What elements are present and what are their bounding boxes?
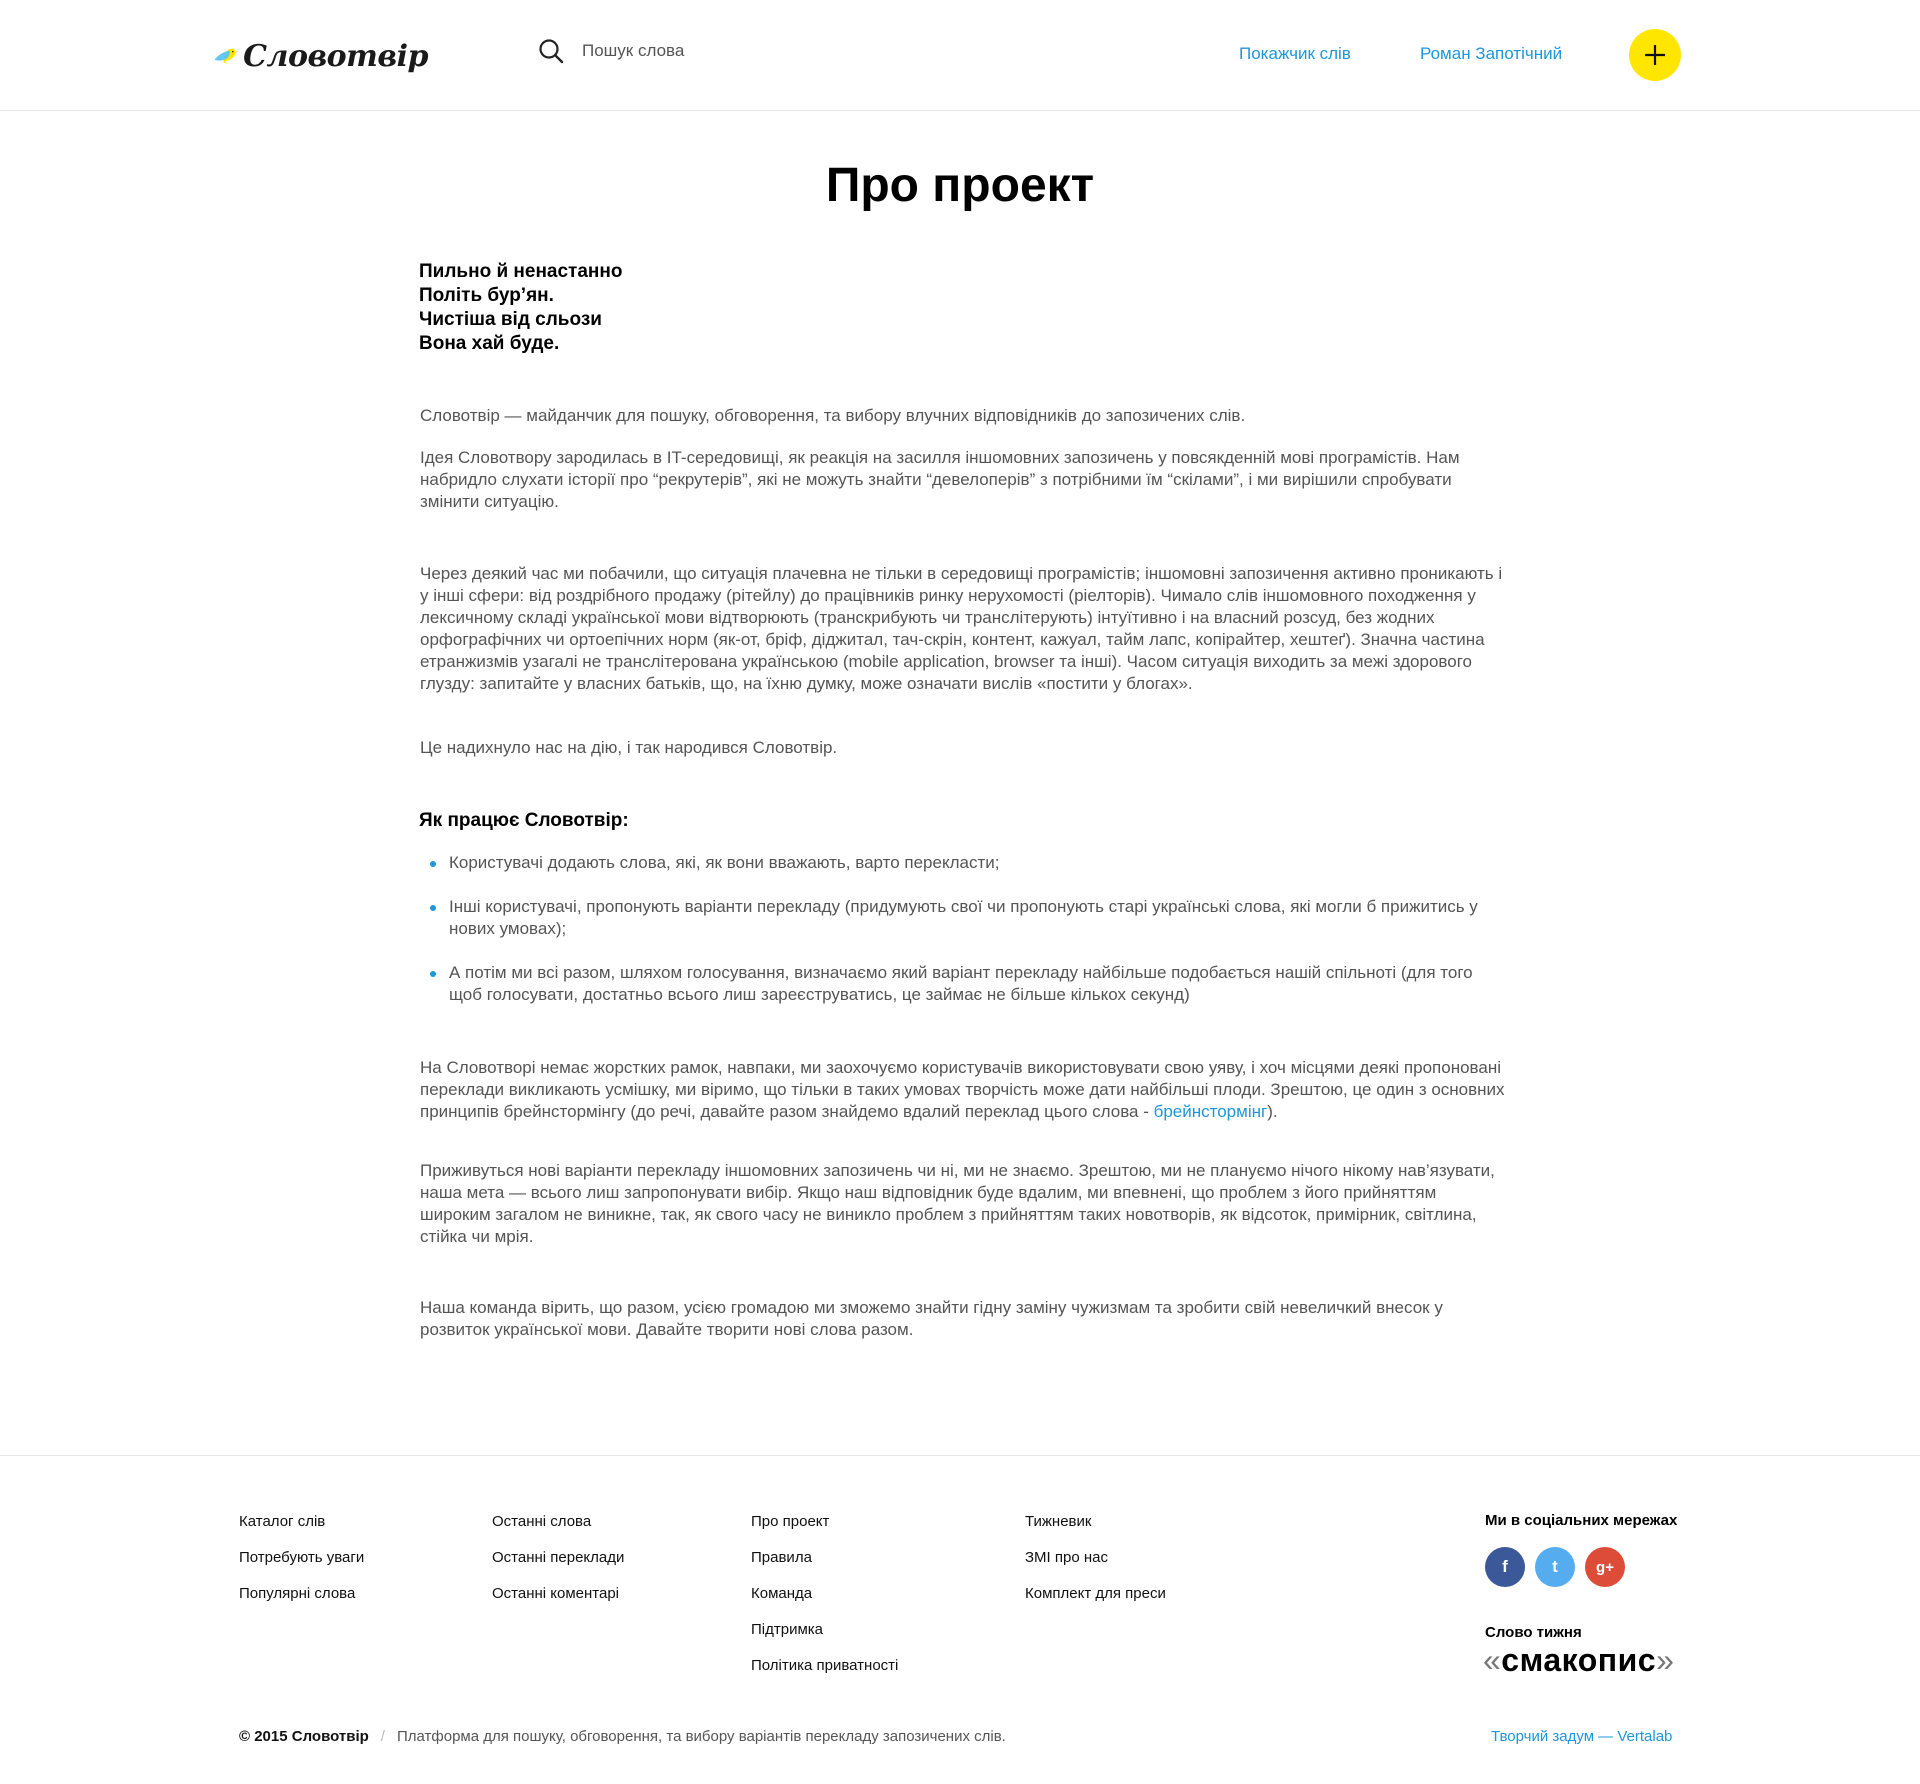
user-profile-link[interactable]: Роман Запотічний [1420,44,1562,64]
credit-link[interactable]: Творчий задум — Vertalab [1491,1728,1672,1745]
intro-paragraph: Словотвір — майданчик для пошуку, обгово… [420,406,1246,425]
word-of-week-heading: Слово тижня [1485,1624,1582,1641]
freedom-paragraph: На Словотворі немає жорстких рамок, навп… [420,1058,1505,1121]
list-item: А потім ми всі разом, шляхом голосування… [420,962,1480,1006]
poem-line: Політь бур’ян. [419,285,554,306]
footer-link-catalog[interactable]: Каталог слів [239,1513,325,1530]
bullet-icon [430,861,436,867]
search-icon[interactable] [538,38,564,64]
poem-line: Вона хай буде. [419,333,560,354]
page-title: Про проект [825,159,1095,212]
footer-link-team[interactable]: Команда [751,1585,812,1602]
footer-link-media[interactable]: ЗМІ про нас [1025,1549,1108,1566]
search-bar [538,38,884,64]
bird-logo-icon [214,48,238,65]
bullet-icon [430,905,436,911]
idea-paragraph: Ідея Словотвору зародилась в IT-середови… [420,448,1460,511]
footer-link-weekly[interactable]: Тижневик [1025,1513,1091,1530]
footer-column-catalog: Каталог слів Потребують уваги Популярні … [239,1512,364,1620]
add-word-button[interactable] [1629,29,1681,81]
poem-line: Чистіша від сльози [419,309,602,330]
brainstorming-link[interactable]: брейнстормінг [1154,1102,1268,1121]
footer-link-press-kit[interactable]: Комплект для преси [1025,1585,1166,1602]
list-item: Інші користувачі, пропонують варіанти пе… [420,896,1480,940]
situation-paragraph: Через деякий час ми побачили, що ситуаці… [420,564,1503,693]
word-index-link[interactable]: Покажчик слів [1239,44,1351,64]
search-input[interactable] [580,40,884,62]
footer-link-popular[interactable]: Популярні слова [239,1585,355,1602]
word-of-week-link[interactable]: «смакопис» [1483,1642,1674,1679]
bullet-icon [430,971,436,977]
inspiration-paragraph: Це надихнуло нас на дію, і так народився… [420,738,838,757]
copyright: © 2015 Словотвір / Платформа для пошуку, о… [239,1728,1006,1745]
future-paragraph: Приживуться нові варіанти перекладу іншо… [420,1161,1495,1246]
how-it-works-heading: Як працює Словотвір: [419,810,629,831]
footer-column-about: Про проект Правила Команда Підтримка Пол… [751,1512,898,1692]
footer-link-privacy[interactable]: Політика приватності [751,1657,898,1674]
twitter-icon[interactable]: t [1535,1547,1575,1587]
footer-link-rules[interactable]: Правила [751,1549,812,1566]
social-heading: Ми в соціальних мережах [1485,1512,1678,1529]
logo[interactable]: Словотвір [214,24,428,88]
team-paragraph: Наша команда вірить, що разом, усією гро… [420,1298,1443,1339]
list-item: Користувачі додають слова, які, як вони … [420,852,1480,874]
google-plus-icon[interactable]: g+ [1585,1547,1625,1587]
footer-link-support[interactable]: Підтримка [751,1621,823,1638]
how-it-works-list: Користувачі додають слова, які, як вони … [420,852,1480,1028]
footer-link-recent-words[interactable]: Останні слова [492,1513,591,1530]
logo-text: Словотвір [243,38,428,74]
plus-icon [1645,45,1665,65]
footer-link-about[interactable]: Про проект [751,1513,829,1530]
footer-link-recent-comments[interactable]: Останні коментарі [492,1585,619,1602]
site-header: Словотвір Покажчик слів Роман Запотічний [0,0,1920,111]
footer-link-recent-translations[interactable]: Останні переклади [492,1549,624,1566]
poem-line: Пильно й ненастанно [419,261,623,282]
epigraph-poem: Пильно й ненастанно Політь бур’ян. Чисті… [419,260,623,356]
facebook-icon[interactable]: f [1485,1547,1525,1587]
footer-column-press: Тижневик ЗМІ про нас Комплект для преси [1025,1512,1166,1620]
footer-column-recent: Останні слова Останні переклади Останні … [492,1512,624,1620]
footer-link-needs-attention[interactable]: Потребують уваги [239,1549,364,1566]
